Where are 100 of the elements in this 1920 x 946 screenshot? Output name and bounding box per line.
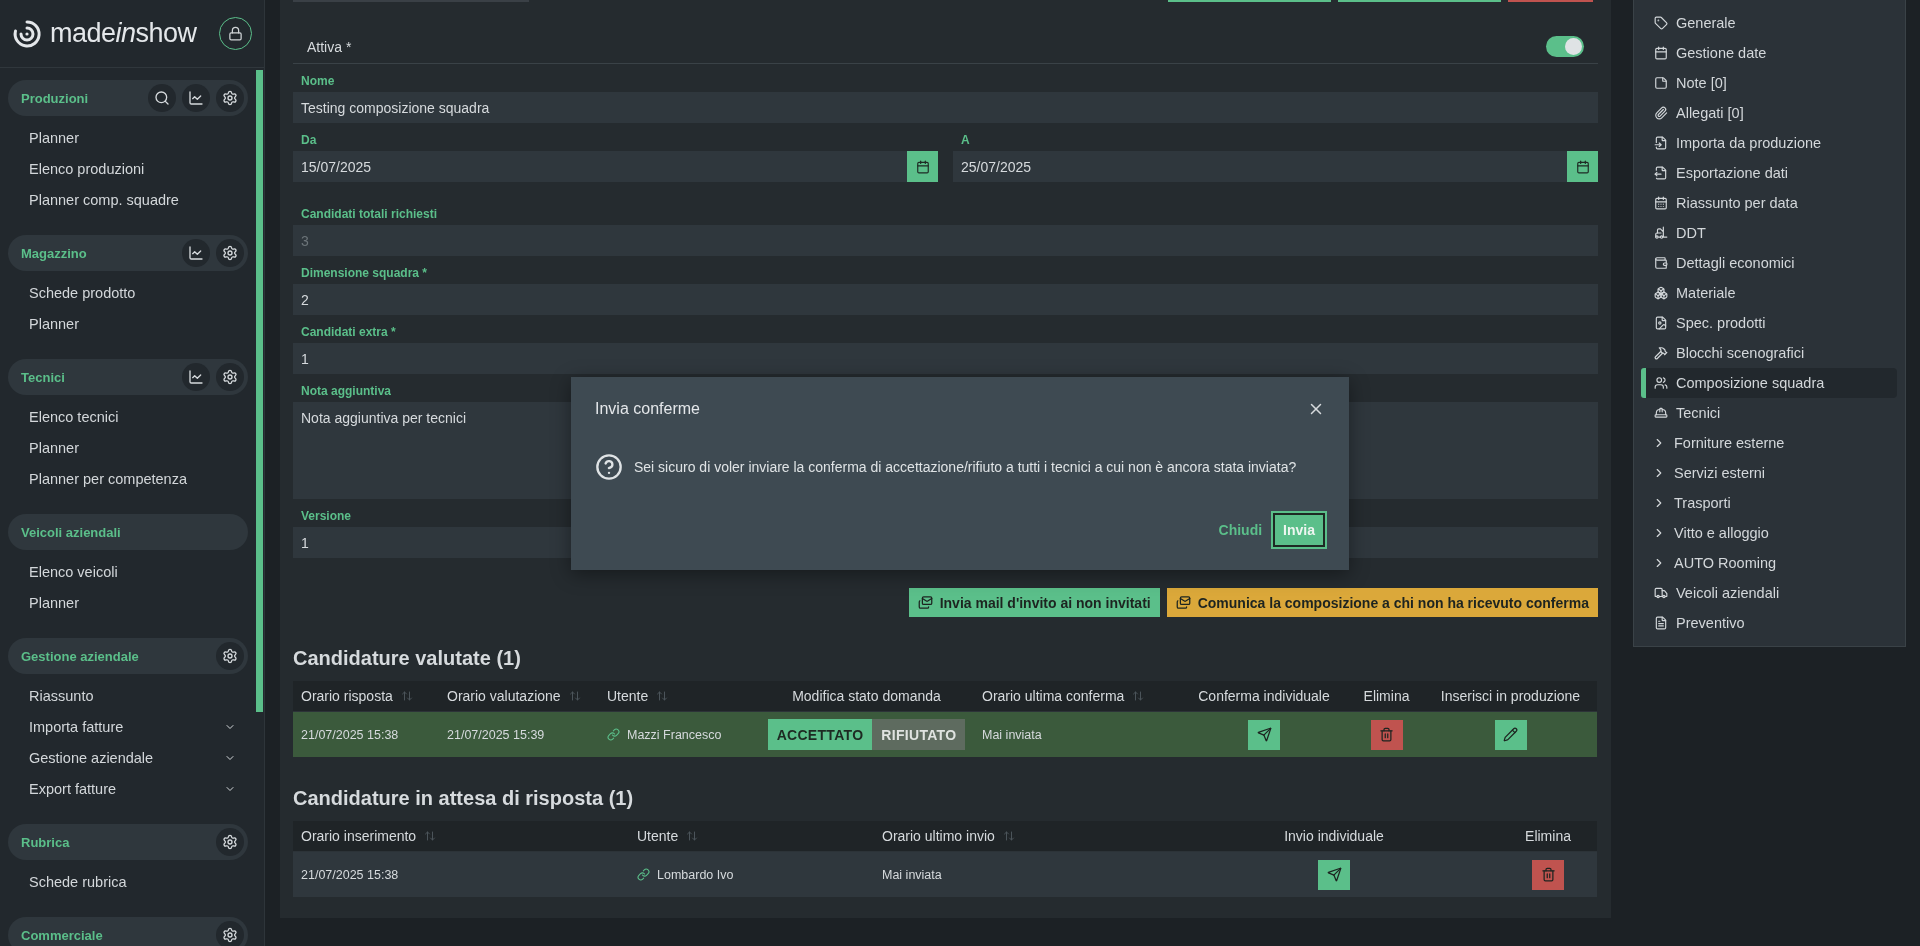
section-header[interactable]: Tecnici	[8, 359, 248, 395]
section-header[interactable]: Rubrica	[8, 824, 248, 860]
sidebar-item[interactable]: Elenco veicoli	[8, 556, 248, 587]
menu-item[interactable]: Vitto e alloggio	[1642, 518, 1897, 548]
calendar-button[interactable]	[1567, 151, 1598, 182]
edit-button[interactable]	[1494, 719, 1527, 750]
menu-item[interactable]: Riassunto per data	[1642, 188, 1897, 218]
column-header: Elimina	[1499, 821, 1597, 852]
action-button[interactable]: Invia mail d'invito ai non invitati	[908, 588, 1160, 617]
sidebar-item[interactable]: Riassunto	[8, 680, 248, 711]
note-icon	[1654, 76, 1668, 90]
sidebar-item[interactable]: Export fatture	[8, 773, 248, 804]
menu-item[interactable]: Esportazione dati	[1642, 158, 1897, 188]
dialog-title: Invia conferme	[595, 400, 700, 418]
menu-item[interactable]: Spec. prodotti	[1642, 308, 1897, 338]
section-title: Veicoli aziendali	[21, 524, 121, 540]
column-header[interactable]: Orario risposta	[293, 681, 439, 712]
section-header[interactable]: Produzioni	[8, 80, 248, 116]
mails-icon	[917, 595, 933, 610]
sidebar-item[interactable]: Planner per competenza	[8, 463, 248, 494]
table-cell: Mai inviata	[974, 712, 1179, 757]
table-cell: 21/07/2025 15:38	[293, 712, 439, 757]
settings-icon	[222, 927, 238, 943]
column-header: Inserisci in produzione	[1424, 681, 1597, 712]
stats-button[interactable]	[182, 239, 210, 267]
user-link[interactable]: Lombardo Ivo	[637, 867, 734, 882]
column-header[interactable]: Utente	[629, 821, 874, 852]
delete-button[interactable]	[1532, 859, 1564, 890]
column-header[interactable]: Orario inserimento	[293, 821, 629, 852]
stats-button[interactable]	[182, 84, 210, 112]
file-import-icon	[1654, 136, 1668, 150]
settings-button[interactable]	[216, 921, 244, 946]
sidebar-item[interactable]: Schede rubrica	[8, 866, 248, 897]
table-cell: Mai inviata	[874, 852, 1169, 897]
column-header[interactable]: Utente	[599, 681, 759, 712]
menu-item[interactable]: Servizi esterni	[1642, 458, 1897, 488]
sidebar-item[interactable]: Planner	[8, 587, 248, 618]
menu-item[interactable]: Forniture esterne	[1642, 428, 1897, 458]
menu-item[interactable]: Composizione squadra	[1642, 368, 1897, 398]
calendar-button[interactable]	[907, 151, 938, 182]
menu-item[interactable]: Veicoli aziendali	[1642, 578, 1897, 608]
menu-item[interactable]: Allegati [0]	[1642, 98, 1897, 128]
status-toggle[interactable]: ACCETTATO	[767, 719, 873, 750]
column-header[interactable]: Orario valutazione	[439, 681, 599, 712]
menu-item[interactable]: DDT	[1642, 218, 1897, 248]
send-button[interactable]	[1318, 859, 1350, 890]
sidebar-item[interactable]: Schede prodotto	[8, 277, 248, 308]
send-button[interactable]	[1248, 719, 1280, 750]
sidebar-item[interactable]: Planner	[8, 122, 248, 153]
stats-button[interactable]	[182, 363, 210, 391]
trash-icon	[1540, 867, 1556, 882]
sidebar-item[interactable]: Planner	[8, 308, 248, 339]
column-header[interactable]: Orario ultimo invio	[874, 821, 1169, 852]
menu-item[interactable]: Materiale	[1642, 278, 1897, 308]
text-field[interactable]: 2	[293, 284, 1598, 315]
column-header: Elimina	[1349, 681, 1424, 712]
menu-item[interactable]: AUTO Rooming	[1642, 548, 1897, 578]
settings-button[interactable]	[216, 363, 244, 391]
menu-item[interactable]: Tecnici	[1642, 398, 1897, 428]
delete-button[interactable]	[1370, 719, 1403, 750]
menu-item[interactable]: Gestione date	[1642, 38, 1897, 68]
sidebar-item[interactable]: Elenco produzioni	[8, 153, 248, 184]
settings-button[interactable]	[216, 642, 244, 670]
sidebar-item[interactable]: Gestione aziendale	[8, 742, 248, 773]
section-header[interactable]: Gestione aziendale	[8, 638, 248, 674]
sidebar-item[interactable]: Planner comp. squadre	[8, 184, 248, 215]
menu-item[interactable]: Preventivo	[1642, 608, 1897, 638]
settings-button[interactable]	[216, 828, 244, 856]
menu-item[interactable]: Dettagli economici	[1642, 248, 1897, 278]
hammer-icon	[1654, 346, 1668, 360]
dialog-message: Sei sicuro di voler inviare la conferma di accettazione/rifiuto a tutti i tecnici a cui non è ancora stata inviata?	[634, 459, 1297, 475]
date-field[interactable]: 15/07/2025	[301, 158, 372, 175]
text-field[interactable]: Testing composizione squadra	[293, 92, 1598, 123]
section-header[interactable]: Veicoli aziendali	[8, 514, 248, 550]
settings-button[interactable]	[216, 239, 244, 267]
search-icon	[154, 90, 170, 106]
text-field[interactable]: 1	[293, 343, 1598, 374]
action-button[interactable]: Comunica la composizione a chi non ha ricevuto conferma	[1166, 588, 1598, 617]
trash-icon	[1379, 727, 1394, 742]
user-link[interactable]: Mazzi Francesco	[607, 727, 722, 742]
settings-button[interactable]	[216, 84, 244, 112]
section-header[interactable]: Magazzino	[8, 235, 248, 271]
menu-item[interactable]: Trasporti	[1642, 488, 1897, 518]
sidebar-item[interactable]: Planner	[8, 432, 248, 463]
menu-item[interactable]: Blocchi scenografici	[1642, 338, 1897, 368]
section-header[interactable]: Commerciale	[8, 917, 248, 946]
sidebar-item[interactable]: Importa fatture	[8, 711, 248, 742]
status-toggle[interactable]: RIFIUTATO	[872, 719, 966, 750]
cancel-button[interactable]: Chiudi	[1218, 516, 1263, 544]
sidebar-item[interactable]: Elenco tecnici	[8, 401, 248, 432]
section-heading: Candidature in attesa di risposta (1)	[293, 787, 635, 811]
menu-item[interactable]: Note [0]	[1642, 68, 1897, 98]
logo: madeinshow	[12, 18, 197, 49]
menu-item[interactable]: Importa da produzione	[1642, 128, 1897, 158]
column-header[interactable]: Orario ultima conferma	[974, 681, 1179, 712]
date-field[interactable]: 25/07/2025	[961, 158, 1032, 175]
toggle-switch[interactable]	[1546, 36, 1584, 57]
scrollbar-thumb[interactable]	[256, 70, 263, 712]
search-button[interactable]	[148, 84, 176, 112]
menu-item[interactable]: Generale	[1642, 8, 1897, 38]
